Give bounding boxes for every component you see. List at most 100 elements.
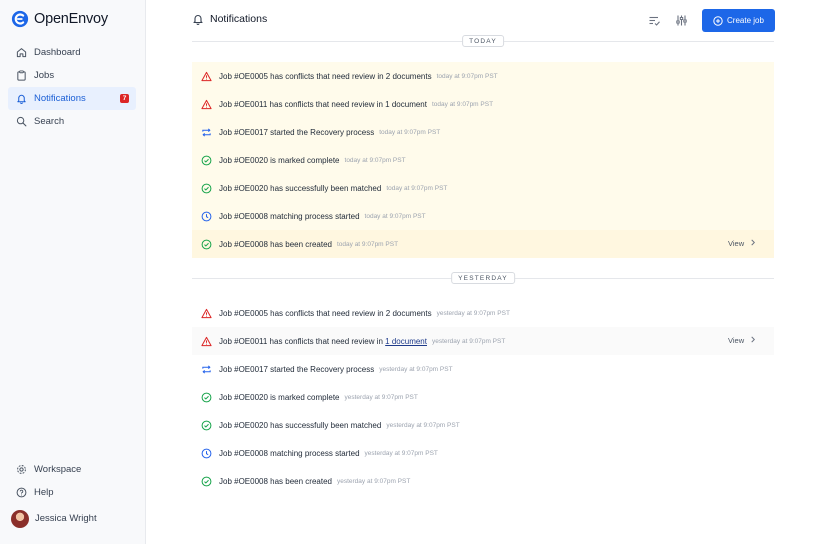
notification-message: Job #OE0011 has conflicts that need revi… — [219, 99, 386, 109]
check-circle-icon — [200, 391, 212, 403]
notification-text: Job #OE0020 is marked complete — [219, 393, 340, 402]
plus-circle-icon — [713, 15, 723, 26]
sidebar-nav: Dashboard Jobs Notifications 7 Search — [8, 41, 136, 133]
notifications-list: TODAY Job #OE0005 has conflicts that nee… — [192, 33, 774, 495]
notification-row[interactable]: Job #OE0020 is marked complete yesterday … — [192, 383, 774, 411]
sidebar-item-label: Search — [34, 116, 65, 127]
sidebar-item-label: Jobs — [34, 70, 55, 81]
openenvoy-logo-icon — [11, 10, 29, 28]
notification-row[interactable]: Job #OE0020 has successfully been matche… — [192, 411, 774, 439]
check-circle-icon — [200, 182, 212, 194]
page-title: Notifications — [192, 13, 267, 25]
create-job-label: Create job — [727, 16, 764, 25]
sidebar-item-notifications[interactable]: Notifications 7 — [8, 87, 136, 110]
group-yesterday: Job #OE0005 has conflicts that need revi… — [192, 299, 774, 495]
notification-row[interactable]: Job #OE0008 matching process started toda… — [192, 202, 774, 230]
documents-link[interactable]: 2 documents — [386, 72, 432, 81]
documents-link[interactable]: 1 document — [385, 337, 427, 346]
notification-row[interactable]: Job #OE0011 has conflicts that need revi… — [192, 327, 774, 355]
bell-icon — [15, 93, 27, 105]
avatar — [11, 509, 29, 528]
group-today: Job #OE0005 has conflicts that need revi… — [192, 62, 774, 258]
notification-text: Job #OE0008 has been created — [219, 240, 332, 249]
warning-icon — [200, 307, 212, 319]
notification-row[interactable]: Job #OE0008 matching process started yest… — [192, 439, 774, 467]
view-button[interactable]: View — [728, 336, 756, 345]
notification-timestamp: yesterday at 9:07pm PST — [431, 337, 506, 345]
filter-settings-icon[interactable] — [674, 13, 688, 27]
notification-text: Job #OE0017 started the Recovery process — [219, 365, 374, 374]
group-label: TODAY — [462, 35, 504, 47]
notification-message: Job #OE0020 is marked complete — [219, 155, 340, 165]
notification-row[interactable]: Job #OE0008 has been created yesterday at… — [192, 467, 774, 495]
notification-count-badge: 7 — [120, 94, 129, 103]
notification-message: Job #OE0005 has conflicts that need revi… — [219, 308, 386, 318]
notification-timestamp: today at 9:07pm PST — [344, 156, 406, 164]
notification-message: Job #OE0017 started the Recovery process — [219, 364, 375, 374]
notification-text: Job #OE0008 matching process started — [219, 212, 360, 221]
notification-row[interactable]: Job #OE0020 is marked complete today at 9… — [192, 146, 774, 174]
notification-row[interactable]: Job #OE0011 has conflicts that need revi… — [192, 90, 774, 118]
notification-message: Job #OE0020 is marked complete — [219, 392, 340, 402]
notification-text: Job #OE0005 has conflicts that need revi… — [219, 72, 432, 81]
documents-link[interactable]: 2 documents — [386, 309, 432, 318]
user-name: Jessica Wright — [35, 513, 97, 524]
clock-icon — [200, 210, 212, 222]
notification-message: Job #OE0020 has successfully been matche… — [219, 183, 382, 193]
notification-row[interactable]: Job #OE0005 has conflicts that need revi… — [192, 62, 774, 90]
create-job-button[interactable]: Create job — [702, 9, 775, 32]
notification-message: Job #OE0005 has conflicts that need revi… — [219, 71, 386, 81]
sidebar-item-search[interactable]: Search — [8, 110, 136, 133]
recovery-icon — [200, 363, 212, 375]
sidebar-item-dashboard[interactable]: Dashboard — [8, 41, 136, 64]
page-title-text: Notifications — [210, 13, 268, 25]
app-logo[interactable]: OpenEnvoy — [11, 10, 108, 28]
notification-timestamp: today at 9:07pm PST — [364, 212, 426, 220]
notification-timestamp: yesterday at 9:07pm PST — [364, 449, 438, 457]
help-icon — [15, 487, 27, 499]
check-circle-icon — [200, 154, 212, 166]
home-icon — [15, 47, 27, 59]
documents-link[interactable]: 1 document — [385, 100, 427, 109]
notification-timestamp: yesterday at 9:07pm PST — [336, 477, 411, 485]
notification-message: Job #OE0008 has been created — [219, 476, 332, 486]
notification-message: Job #OE0008 matching process started — [219, 448, 360, 458]
sidebar-item-label: Workspace — [34, 464, 82, 475]
notification-text: Job #OE0008 has been created — [219, 477, 332, 486]
mark-all-read-icon[interactable] — [647, 13, 661, 27]
sidebar-item-label: Notifications — [34, 93, 86, 104]
notification-row[interactable]: Job #OE0017 started the Recovery process… — [192, 355, 774, 383]
notification-row[interactable]: Job #OE0008 has been created today at 9:0… — [192, 230, 774, 258]
notification-text: Job #OE0020 has successfully been matche… — [219, 421, 381, 430]
search-icon — [15, 116, 27, 128]
sidebar-item-workspace[interactable]: Workspace — [8, 458, 136, 481]
notification-text: Job #OE0008 matching process started — [219, 449, 360, 458]
user-profile[interactable]: Jessica Wright — [8, 505, 136, 532]
app-name: OpenEnvoy — [34, 11, 108, 27]
gear-icon — [15, 464, 27, 476]
bell-icon — [193, 15, 203, 25]
notification-text: Job #OE0020 is marked complete — [219, 156, 340, 165]
recovery-icon — [200, 126, 212, 138]
notification-row[interactable]: Job #OE0005 has conflicts that need revi… — [192, 299, 774, 327]
sidebar-item-label: Dashboard — [34, 47, 81, 58]
notification-timestamp: today at 9:07pm PST — [386, 184, 448, 192]
notification-timestamp: today at 9:07pm PST — [431, 100, 494, 108]
notification-row[interactable]: Job #OE0017 started the Recovery process… — [192, 118, 774, 146]
view-label: View — [728, 239, 745, 248]
sidebar-item-help[interactable]: Help — [8, 481, 136, 504]
notification-message: Job #OE0020 has successfully been matche… — [219, 420, 382, 430]
notification-text: Job #OE0011 has conflicts that need revi… — [219, 100, 427, 109]
notification-timestamp: today at 9:07pm PST — [379, 128, 441, 136]
check-circle-icon — [200, 238, 212, 250]
sidebar-item-jobs[interactable]: Jobs — [8, 64, 136, 87]
notification-timestamp: today at 9:07pm PST — [336, 240, 399, 248]
clipboard-icon — [15, 70, 27, 82]
sidebar: OpenEnvoy Dashboard Jobs Notifications 7 — [0, 0, 146, 544]
sidebar-bottom: Workspace Help Jessica Wright — [8, 458, 136, 532]
notification-text: Job #OE0011 has conflicts that need revi… — [219, 337, 427, 346]
view-button[interactable]: View — [728, 239, 756, 248]
view-label: View — [728, 336, 745, 345]
notification-row[interactable]: Job #OE0020 has successfully been matche… — [192, 174, 774, 202]
sidebar-item-label: Help — [34, 487, 54, 498]
